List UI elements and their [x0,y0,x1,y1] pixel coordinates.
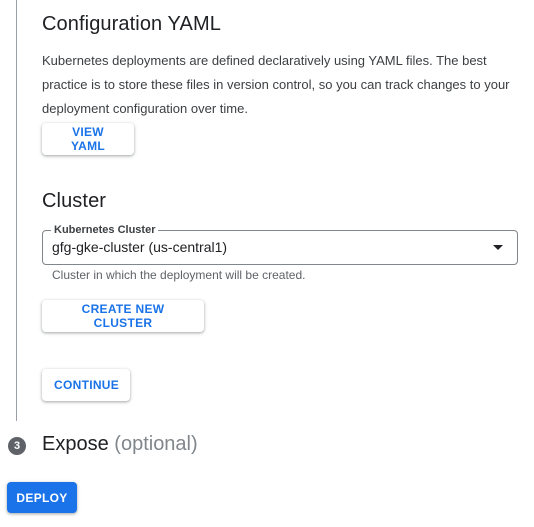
configuration-description: Kubernetes deployments are defined decla… [42,53,510,116]
expose-step-title: Expose [42,433,109,455]
deploy-button[interactable]: DEPLOY [7,482,77,513]
step-3-badge: 3 [8,437,26,455]
expose-step-heading[interactable]: Expose (optional) [42,433,198,456]
continue-button[interactable]: CONTINUE [42,369,130,401]
stepper-connector-line [16,0,17,421]
expose-optional-label: (optional) [114,433,198,455]
create-new-cluster-button[interactable]: CREATE NEW CLUSTER [42,300,204,332]
kubernetes-cluster-value: gfg-gke-cluster (us-central1) [52,239,228,255]
cluster-hint-text: Cluster in which the deployment will be … [52,268,306,282]
view-yaml-button[interactable]: VIEW YAML [42,123,134,155]
kubernetes-cluster-label: Kubernetes Cluster [51,222,159,238]
configuration-yaml-heading: Configuration YAML [42,13,221,35]
dropdown-arrow-icon[interactable] [493,245,503,250]
kubernetes-cluster-select[interactable]: Kubernetes Cluster gfg-gke-cluster (us-c… [42,222,518,265]
cluster-heading: Cluster [42,190,107,212]
